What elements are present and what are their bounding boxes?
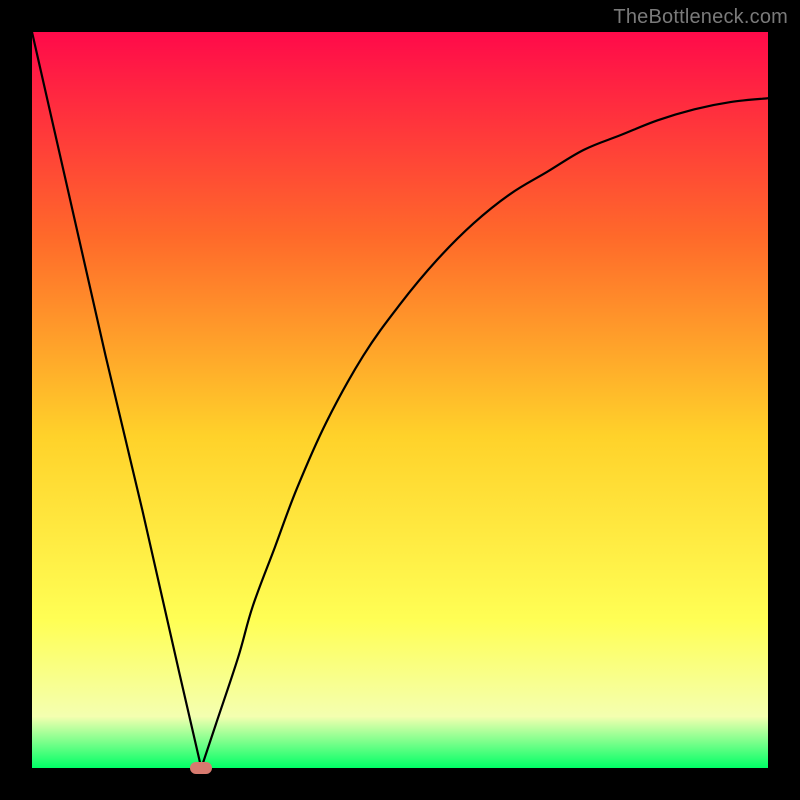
bottleneck-chart [32, 32, 768, 768]
gradient-background [32, 32, 768, 768]
chart-frame [32, 32, 768, 768]
min-marker [190, 762, 212, 774]
watermark-text: TheBottleneck.com [613, 6, 788, 29]
